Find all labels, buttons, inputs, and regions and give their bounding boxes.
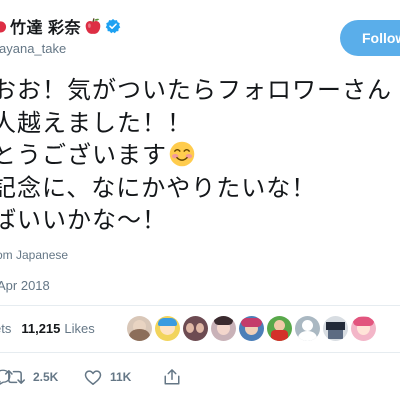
- translate-link[interactable]: om Japanese: [0, 248, 68, 262]
- heart-icon: [84, 369, 102, 385]
- liker-avatar[interactable]: [183, 316, 208, 341]
- retweet-button[interactable]: 2.5K: [5, 364, 58, 390]
- divider: [0, 305, 400, 306]
- retweet-count: 2.5K: [33, 370, 59, 384]
- share-button[interactable]: [163, 364, 181, 390]
- liker-avatar[interactable]: [323, 316, 348, 341]
- verified-badge-icon: [105, 19, 121, 34]
- author-display-name[interactable]: 竹達 彩奈: [10, 14, 81, 38]
- tweet-line-1: おお！気がついたらフォロワーさん: [0, 76, 392, 104]
- tweet-line-2: 人越えました！！: [0, 108, 192, 137]
- red-apple-icon: [85, 17, 101, 34]
- liker-avatar[interactable]: [127, 316, 152, 341]
- engagement-stats: ets 11,215 Likes: [0, 321, 95, 336]
- tweet-line-3-text: とうございます: [0, 141, 167, 169]
- blushing-smile-emoji-icon: [169, 141, 195, 167]
- liker-avatar[interactable]: [267, 316, 292, 341]
- tweet-line-4: 記念に、なにかやりたいな！: [0, 173, 317, 202]
- retweets-label[interactable]: ets: [0, 321, 11, 336]
- liker-avatar[interactable]: [211, 316, 236, 341]
- tweet-timestamp[interactable]: Apr 2018: [0, 278, 50, 293]
- follow-button[interactable]: Follow: [340, 20, 400, 56]
- author-name-row[interactable]: 竹達 彩奈: [0, 14, 121, 38]
- likes-count[interactable]: 11,215: [21, 321, 60, 336]
- divider: [0, 352, 400, 353]
- liker-avatar[interactable]: [295, 316, 320, 341]
- share-icon: [164, 369, 180, 385]
- liker-avatar[interactable]: [155, 316, 180, 341]
- like-count: 11K: [110, 370, 132, 384]
- tweet-page: 竹達 彩奈 ayana_take Follow おお！気がついたらフォロワーさん…: [0, 0, 400, 400]
- handle-text: ayana_take: [0, 41, 67, 56]
- tweet-actions: 2.5K 11K: [0, 364, 400, 394]
- likes-label[interactable]: Likes: [64, 321, 94, 336]
- tweet-line-3: とうございます: [0, 139, 400, 172]
- like-button[interactable]: 11K: [84, 364, 131, 390]
- tweet-header: 竹達 彩奈 ayana_take Follow: [0, 0, 400, 70]
- apple-icon: [0, 21, 7, 33]
- author-handle[interactable]: ayana_take: [0, 41, 66, 56]
- liker-avatar[interactable]: [239, 316, 264, 341]
- tweet-text: おお！気がついたらフォロワーさん 人越えました！！ とうございます 記念に、なに…: [0, 74, 400, 237]
- tweet-line-5: ばいいかな〜！: [0, 206, 167, 234]
- liker-avatars: [127, 316, 379, 341]
- retweet-icon: [5, 370, 25, 384]
- liker-avatar[interactable]: [351, 316, 376, 341]
